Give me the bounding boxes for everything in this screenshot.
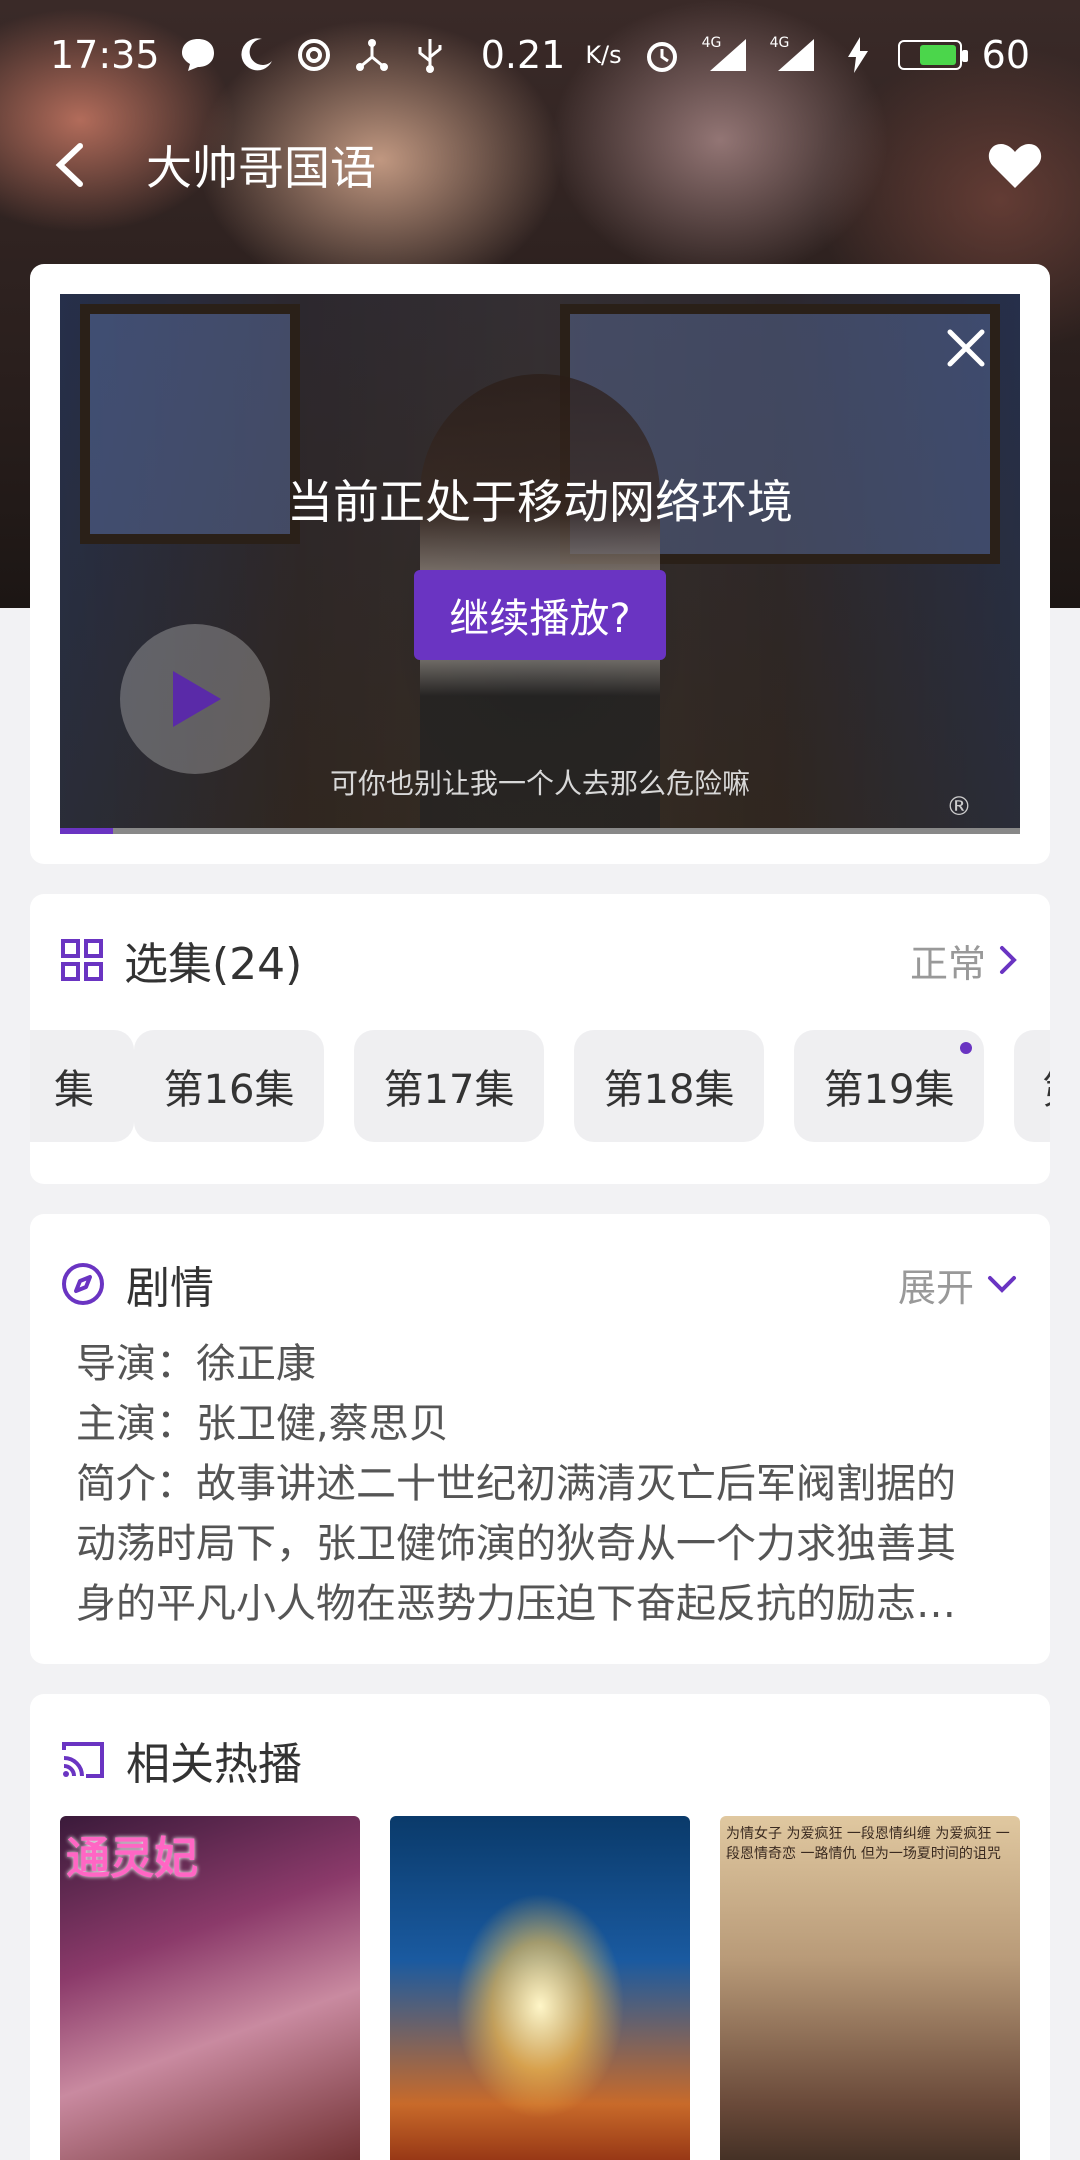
episode-mode-button[interactable]: 正常 — [910, 933, 1020, 988]
favorite-button[interactable] — [950, 110, 1080, 220]
related-poster[interactable]: 为情女子 为爱疯狂 一段恩情纠缠 为爱疯狂 一段恩情奇恋 一路情仇 但为一场夏时… — [720, 1816, 1020, 2160]
related-title: 相关热播 — [126, 1739, 302, 1790]
chevron-down-icon — [988, 1276, 1016, 1293]
episodes-header: 选集(24) 正常 — [60, 930, 1020, 990]
plot-details: 导演：徐正康 主演：张卫健,蔡思贝 简介：故事讲述二十世纪初满清灭亡后军阀割据的… — [76, 1334, 1010, 1634]
player-card: 当前正处于移动网络环境 继续播放? 可你也别让我一个人去那么危险嘛 ® — [30, 264, 1050, 864]
episodes-title: 选集(24) — [124, 939, 303, 990]
related-poster-list: 通灵妃 为情女子 为爱疯狂 一段恩情纠缠 为爱疯狂 一段恩情奇恋 一路情仇 但为… — [60, 1816, 1020, 2160]
cast-line: 主演：张卫健,蔡思贝 — [76, 1401, 449, 1447]
compass-icon — [62, 1263, 104, 1305]
signal-label: 4G — [769, 35, 790, 51]
related-poster[interactable] — [390, 1816, 690, 2160]
episode-item[interactable]: 第18集 — [574, 1030, 764, 1142]
back-button[interactable] — [0, 110, 140, 220]
episode-list[interactable]: 集 第16集 第17集 第18集 第19集 第 — [30, 1030, 1050, 1142]
current-episode-dot — [960, 1042, 972, 1054]
share-node-icon — [355, 39, 388, 71]
poster-title: 通灵妃 — [66, 1833, 198, 1884]
episode-label: 第18集 — [603, 1067, 735, 1113]
director-line: 导演：徐正康 — [76, 1341, 316, 1387]
plot-title: 剧情 — [126, 1263, 214, 1314]
registered-mark: ® — [946, 792, 972, 822]
play-icon — [173, 671, 221, 727]
progress-track[interactable] — [60, 828, 1020, 834]
title-bar: 大帅哥国语 — [0, 110, 1080, 220]
charging-icon — [847, 37, 868, 73]
summary-line: 身的平凡小人物在恶势力压迫下奋起反抗的励志… — [76, 1581, 956, 1627]
signal-4g-icon: 4G — [770, 35, 818, 75]
close-icon[interactable] — [942, 324, 990, 372]
episode-label: 第16集 — [163, 1067, 295, 1113]
poster-caption: 为情女子 为爱疯狂 一段恩情纠缠 为爱疯狂 一段恩情奇恋 一路情仇 但为一场夏时… — [726, 1826, 1010, 1862]
plot-header: 剧情 展开 — [60, 1254, 1020, 1314]
signal-label: 4G — [701, 35, 722, 51]
cast-screen-icon — [62, 1742, 104, 1778]
summary-line: 简介：故事讲述二十世纪初满清灭亡后军阀割据的 — [76, 1461, 956, 1507]
related-poster[interactable]: 通灵妃 — [60, 1816, 360, 2160]
episode-item[interactable]: 第16集 — [134, 1030, 324, 1142]
episode-label: 第 — [1042, 1057, 1050, 1115]
episode-item[interactable]: 第17集 — [354, 1030, 544, 1142]
net-speed: 0.21 — [480, 33, 566, 77]
moon-icon — [240, 38, 272, 71]
signal-4g-icon: 4G — [702, 35, 750, 75]
continue-play-button[interactable]: 继续播放? — [414, 570, 666, 660]
expand-label: 展开 — [897, 1265, 974, 1310]
episode-item-current[interactable]: 第19集 — [794, 1030, 984, 1142]
episode-item[interactable]: 第 — [1014, 1030, 1050, 1142]
plot-card: 剧情 展开 导演：徐正康 主演：张卫健,蔡思贝 简介：故事讲述二十世纪初满清灭亡… — [30, 1214, 1050, 1664]
play-button[interactable] — [120, 624, 270, 774]
progress-fill — [60, 828, 113, 834]
status-bar: 17:35 0.21 K/s 4G 4G 60 — [0, 0, 1080, 110]
episode-label: 集 — [54, 1067, 94, 1113]
expand-button[interactable]: 展开 — [898, 1257, 1020, 1312]
alarm-icon — [646, 42, 677, 72]
mobile-network-warning: 当前正处于移动网络环境 — [287, 475, 793, 529]
net-speed-unit: K/s — [585, 41, 622, 69]
related-header: 相关热播 — [60, 1730, 1020, 1790]
status-time: 17:35 — [50, 33, 160, 77]
battery-level: 60 — [981, 33, 1030, 77]
summary-line: 动荡时局下，张卫健饰演的狄奇从一个力求独善其 — [76, 1521, 956, 1567]
video-subtitle: 可你也别让我一个人去那么危险嘛 — [329, 767, 750, 800]
usb-icon — [418, 39, 442, 73]
related-card: 相关热播 通灵妃 为情女子 为爱疯狂 一段恩情纠缠 为爱疯狂 一段恩情奇恋 一路… — [30, 1694, 1050, 2160]
chevron-right-icon — [1000, 946, 1017, 974]
grid-icon — [61, 939, 103, 981]
episode-mode-label: 正常 — [909, 941, 986, 986]
episode-item[interactable]: 集 — [30, 1030, 134, 1142]
video-player[interactable]: 当前正处于移动网络环境 继续播放? 可你也别让我一个人去那么危险嘛 ® — [60, 294, 1020, 834]
message-icon — [181, 39, 214, 71]
battery-icon — [897, 40, 968, 70]
page-title: 大帅哥国语 — [146, 141, 376, 195]
episode-label: 第19集 — [823, 1067, 955, 1113]
spiral-icon — [297, 39, 330, 71]
chevron-left-icon — [55, 143, 83, 187]
episode-label: 第17集 — [383, 1067, 515, 1113]
heart-icon — [988, 144, 1042, 188]
episodes-card: 选集(24) 正常 集 第16集 第17集 第18集 第19集 第 — [30, 894, 1050, 1184]
